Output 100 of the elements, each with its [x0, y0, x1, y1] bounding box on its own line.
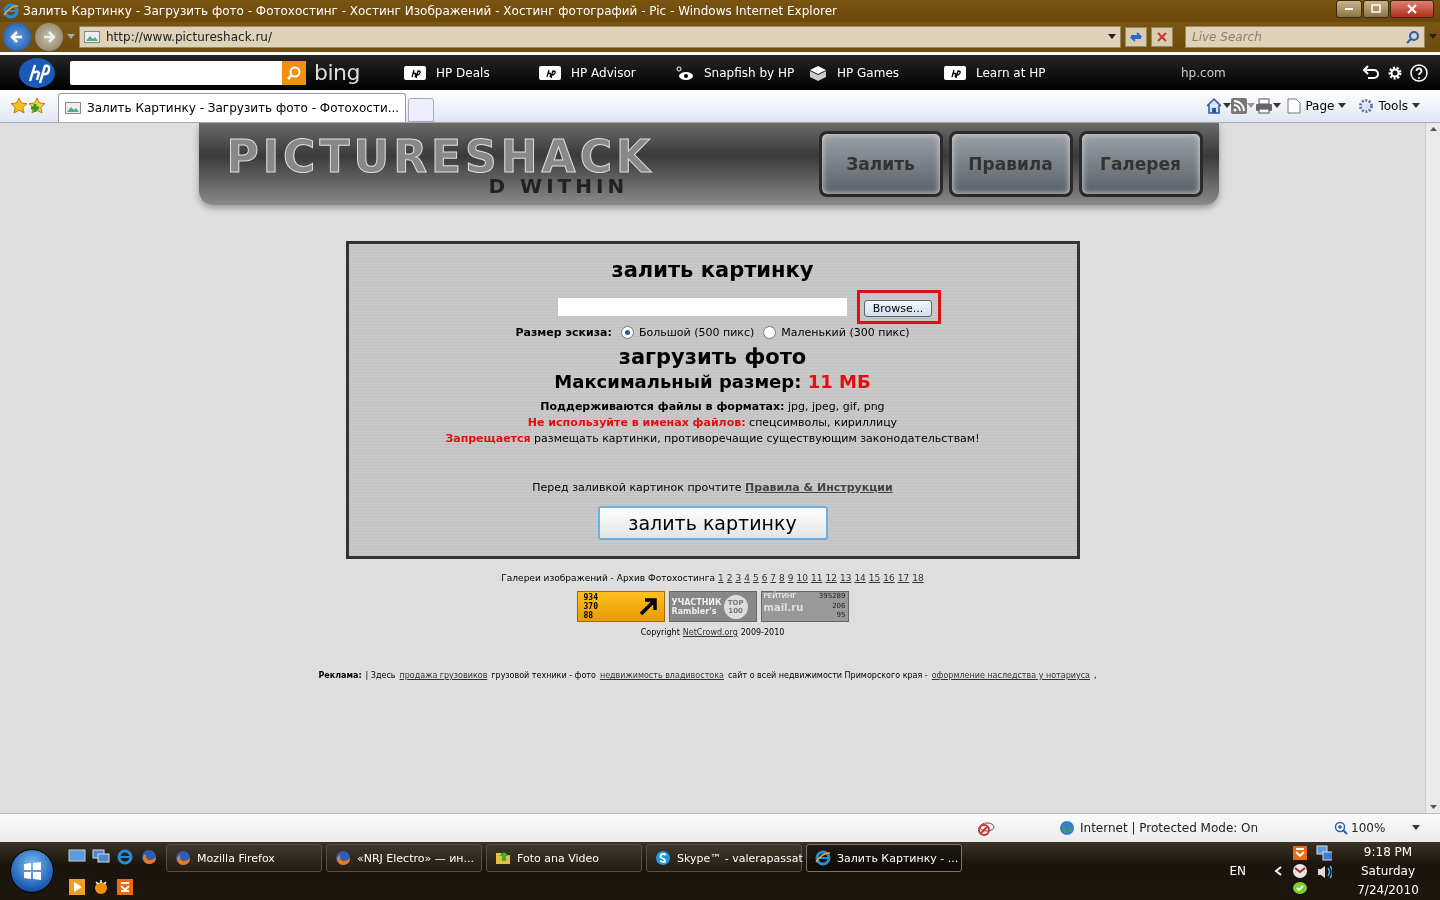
speaker-icon[interactable]	[1316, 863, 1332, 879]
page-link[interactable]: 6	[761, 573, 768, 583]
search-button[interactable]	[282, 60, 306, 85]
logo-tagline: D WITHIN	[488, 173, 630, 198]
file-path-field[interactable]	[557, 298, 847, 316]
feed-icon[interactable]	[1231, 98, 1248, 114]
printer-icon[interactable]	[1255, 98, 1274, 114]
network-icon[interactable]	[1316, 845, 1332, 861]
counter-badge[interactable]: 934 370 88	[576, 591, 665, 622]
dropdown-caret-icon[interactable]	[1273, 103, 1282, 109]
window-switch-icon[interactable]	[92, 848, 110, 866]
refresh-button[interactable]	[1125, 27, 1147, 47]
page-link[interactable]: 3	[735, 573, 742, 583]
radio-button[interactable]	[763, 326, 777, 339]
copyright-link[interactable]: NetCrowd.org	[682, 628, 738, 637]
thumb-size-label: Размер эскиза:	[515, 326, 612, 339]
clock-text: 9:18 PM	[1363, 844, 1413, 859]
minimize-icon	[1345, 8, 1353, 10]
toolbar-link[interactable]: HP Advisor	[531, 64, 666, 81]
search-field[interactable]: Live Search	[1185, 26, 1425, 48]
browse-button[interactable]: Browse...	[863, 300, 933, 317]
rules-link[interactable]: Правила & Инструкции	[745, 481, 893, 494]
page-link[interactable]: 9	[787, 573, 794, 583]
radio-label[interactable]: Большой (500 пикс)	[638, 326, 755, 339]
close-icon	[1406, 3, 1418, 15]
add-favorite-icon[interactable]	[28, 97, 46, 115]
minimize-button[interactable]	[1336, 0, 1362, 18]
page-link[interactable]: 18	[912, 573, 924, 583]
browser-e-icon	[815, 850, 831, 866]
taskbar-button[interactable]: Foto ana Video	[486, 844, 642, 872]
toolbar-search-field[interactable]	[70, 60, 284, 85]
toolbar-link[interactable]: HP Games	[801, 64, 936, 81]
page-link[interactable]: 7	[770, 573, 777, 583]
radio-button[interactable]	[620, 326, 634, 339]
browser-tab[interactable]: Залить Картинку - Загрузить фото - Фотохости...	[58, 93, 407, 122]
page-menu[interactable]: Page	[1281, 98, 1353, 114]
ad-link[interactable]: оформление наследства у нотариуса	[931, 671, 1090, 680]
help-icon[interactable]	[1410, 63, 1428, 82]
dropdown-caret-icon[interactable]	[1412, 825, 1420, 831]
left-chevron-icon[interactable]	[1274, 866, 1282, 876]
taskbar-button[interactable]: «NRJ Electro» — ин...	[326, 844, 482, 872]
clock[interactable]: 9:18 PM Saturday 7/24/2010	[1348, 842, 1428, 900]
page-link[interactable]: 12	[825, 573, 837, 583]
home-icon[interactable]	[1205, 97, 1224, 115]
page-link[interactable]: 13	[839, 573, 852, 583]
close-button[interactable]	[1390, 0, 1434, 18]
hp-badge-icon	[404, 64, 426, 81]
page-link[interactable]: 4	[744, 573, 750, 583]
chat-bubble-icon[interactable]	[1292, 881, 1308, 897]
back-button[interactable]	[3, 23, 31, 51]
copyright-text: Copyright	[640, 628, 680, 637]
page-link[interactable]: 10	[796, 573, 808, 583]
page-link[interactable]: 2	[726, 573, 733, 583]
page-link[interactable]: 17	[897, 573, 910, 583]
badge-text: УЧАСТНИК	[671, 597, 722, 607]
taskbar-button[interactable]: Mozilla Firefox	[166, 844, 322, 872]
forward-button[interactable]	[35, 23, 63, 51]
favorites-star-icon[interactable]	[10, 97, 28, 115]
play-icon[interactable]	[68, 878, 86, 896]
page-link[interactable]: 1	[717, 573, 724, 583]
page-link[interactable]: 5	[752, 573, 759, 583]
scrollbar[interactable]	[1425, 123, 1440, 814]
clock-text: 7/24/2010	[1357, 883, 1419, 898]
envelope-icon[interactable]	[1292, 863, 1308, 879]
fox-globe-icon[interactable]	[140, 848, 158, 866]
radio-label[interactable]: Маленький (300 пикс)	[781, 326, 910, 339]
language-indicator[interactable]: EN	[1229, 864, 1246, 878]
undo-arrow-icon[interactable]	[1362, 63, 1380, 82]
site-link[interactable]: hp.com	[1181, 65, 1362, 80]
address-field[interactable]: http://www.pictureshack.ru/	[79, 26, 1121, 48]
page-link[interactable]: 8	[779, 573, 785, 583]
search-icon	[1406, 30, 1420, 44]
tools-menu[interactable]: Tools	[1352, 98, 1426, 114]
hp-logo-icon[interactable]	[18, 56, 56, 89]
taskbar-button[interactable]: Skype™ - valerapassat	[646, 844, 802, 872]
upload-button[interactable]: залить картинку	[597, 506, 828, 540]
sun-icon[interactable]	[92, 878, 110, 896]
toolbar-link[interactable]: Snapfish by HP	[666, 64, 801, 81]
zoom-control[interactable]: 100%	[1334, 821, 1404, 835]
dropdown-caret-icon[interactable]	[1223, 103, 1232, 109]
start-button[interactable]	[10, 849, 54, 893]
toolbar-link[interactable]: Learn at HP	[936, 64, 1071, 81]
stop-button[interactable]	[1151, 27, 1173, 47]
ad-link[interactable]: продажа грузовиков	[399, 671, 488, 680]
browser-e-icon[interactable]	[116, 848, 134, 866]
hp-badge-icon	[539, 64, 561, 81]
page-link[interactable]: 15	[868, 573, 881, 583]
page-link[interactable]: 16	[883, 573, 895, 583]
skype-s-icon	[655, 850, 671, 866]
search-input[interactable]: Live Search	[1190, 29, 1402, 45]
maximize-icon	[1370, 3, 1382, 15]
page-link[interactable]: 14	[854, 573, 866, 583]
ad-link[interactable]: недвижимость владивостока	[599, 671, 724, 680]
page-link[interactable]: 11	[811, 573, 823, 583]
download-arrow-icon[interactable]	[1292, 845, 1308, 861]
box-icon	[809, 64, 827, 81]
maximize-button[interactable]	[1363, 0, 1389, 18]
taskbar-button[interactable]: Залить Картинку - ...	[806, 844, 962, 872]
toolbar-link[interactable]: HP Deals	[396, 64, 531, 81]
right-arrow-icon	[42, 30, 56, 44]
